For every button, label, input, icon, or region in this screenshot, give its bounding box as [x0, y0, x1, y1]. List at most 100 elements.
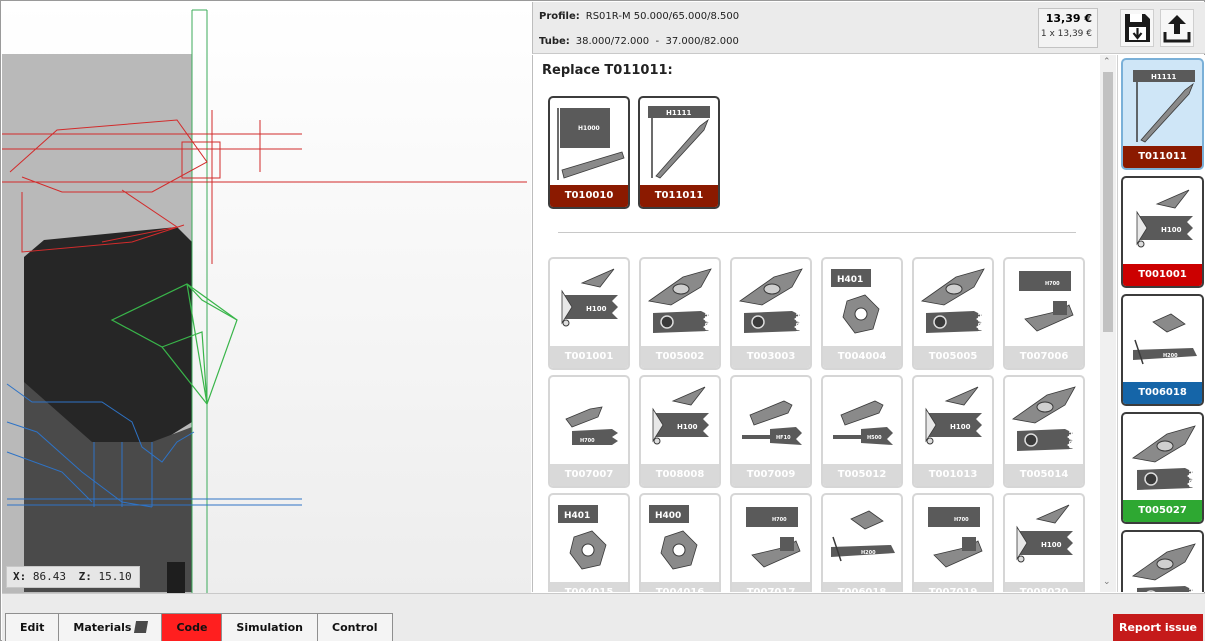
- tool-image: HF10: [742, 400, 802, 445]
- tab-materials[interactable]: Materials: [58, 613, 163, 641]
- tool-card-t004004[interactable]: H401 T004004: [821, 257, 903, 370]
- tab-edit[interactable]: Edit: [5, 613, 60, 641]
- tool-code-label: T011011: [640, 185, 718, 207]
- tool-code-label: T005002: [641, 346, 719, 368]
- tool-image: H100: [652, 386, 709, 445]
- tool-card-t005012[interactable]: H500 T005012: [821, 375, 903, 488]
- svg-text:H700: H700: [772, 517, 787, 523]
- tool-picture: H1000: [552, 100, 626, 182]
- tool-card-t005014[interactable]: H300R T005014: [1003, 375, 1085, 488]
- tool-card-t008020[interactable]: H100 T008020: [1003, 493, 1085, 592]
- tool-code-label: T008008: [641, 464, 719, 486]
- strip-tool-t005027[interactable]: H300R T005027: [1121, 412, 1204, 524]
- svg-text:H700: H700: [580, 438, 595, 444]
- tool-code-label: T001001: [550, 346, 628, 368]
- simulation-view[interactable]: X: 86.43 Z: 15.10: [2, 2, 531, 593]
- tool-picture: H100: [1007, 497, 1081, 579]
- tool-card-t004015[interactable]: H401 T004015: [548, 493, 630, 592]
- material-block-icon: [134, 621, 149, 633]
- svg-text:H300R: H300R: [794, 313, 801, 336]
- tool-code-label: T007017: [732, 582, 810, 592]
- tool-picture: H200: [1127, 300, 1199, 382]
- scroll-up-icon[interactable]: ⌃: [1103, 57, 1111, 67]
- tool-image: H1111: [1133, 70, 1195, 143]
- catalog-scrollbar[interactable]: ⌃ ⌄: [1100, 55, 1116, 592]
- app-window: X: 86.43 Z: 15.10 Profile: RS01R-M 50.000…: [0, 0, 1205, 641]
- tool-catalog[interactable]: Replace T011011: H1000 T010010 H1111 T01101…: [532, 55, 1117, 592]
- tool-picture: H1111: [1127, 64, 1199, 146]
- save-download-icon: [1125, 14, 1150, 42]
- tool-picture: H700: [1007, 261, 1081, 343]
- tool-card-t007007[interactable]: H700 T007007: [548, 375, 630, 488]
- tool-image: H700: [1019, 271, 1074, 332]
- profile-line: Profile: RS01R-M 50.000/65.000/8.500: [539, 11, 739, 22]
- svg-text:H200: H200: [861, 550, 876, 556]
- svg-text:H300R: H300R: [703, 313, 710, 336]
- tool-image: H1000: [557, 108, 625, 180]
- tool-image: H700: [928, 507, 983, 568]
- strip-tool-t006018[interactable]: H200 T006018: [1121, 294, 1204, 406]
- save-button[interactable]: [1120, 9, 1154, 47]
- tool-code-label: T004016: [641, 582, 719, 592]
- tool-picture: H700: [552, 379, 626, 461]
- tool-picture: H300R: [1007, 379, 1081, 461]
- report-issue-button[interactable]: Report issue: [1112, 614, 1203, 641]
- tool-strip[interactable]: H1111 T011011 H100 T001001 H200 T006018 H300R T…: [1117, 55, 1205, 592]
- tab-control[interactable]: Control: [317, 613, 393, 641]
- strip-tool-t011011[interactable]: H1111 T011011: [1121, 58, 1204, 170]
- tool-picture: H1111: [642, 100, 716, 182]
- strip-tool-t001001[interactable]: H100 T001001: [1121, 176, 1204, 288]
- header-bar: Profile: RS01R-M 50.000/65.000/8.500 Tube…: [532, 2, 1205, 54]
- tool-card-t007006[interactable]: H700 T007006: [1003, 257, 1085, 370]
- svg-text:H1000: H1000: [578, 125, 600, 132]
- replacement-card-t011011[interactable]: H1111 T011011: [638, 96, 720, 209]
- tool-card-t004016[interactable]: H400 T004016: [639, 493, 721, 592]
- tab-simulation[interactable]: Simulation: [221, 613, 319, 641]
- svg-text:H300R: H300R: [976, 313, 983, 336]
- tool-code-label: T006018: [1123, 382, 1202, 404]
- tool-card-t008008[interactable]: H100 T008008: [639, 375, 721, 488]
- x-value: 86.43: [32, 570, 66, 583]
- tool-picture: H100: [1127, 182, 1199, 264]
- svg-text:H700: H700: [1045, 281, 1060, 287]
- replacement-card-t010010[interactable]: H1000 T010010: [548, 96, 630, 209]
- tab-label: Materials: [73, 621, 132, 634]
- tool-card-t006018[interactable]: H200 T006018: [821, 493, 903, 592]
- svg-text:H401: H401: [564, 511, 590, 521]
- tool-code-label: T005005: [914, 346, 992, 368]
- svg-text:H300R: H300R: [1187, 470, 1194, 493]
- svg-text:H400: H400: [655, 511, 681, 521]
- tool-card-t003003[interactable]: H300R T003003: [730, 257, 812, 370]
- scroll-thumb[interactable]: [1103, 72, 1113, 332]
- tool-code-label: T007009: [732, 464, 810, 486]
- tool-card-t001013[interactable]: H100 T001013: [912, 375, 994, 488]
- tab-code[interactable]: Code: [161, 613, 223, 641]
- tool-picture: H200: [825, 497, 899, 579]
- strip-tool-item-4[interactable]: H300R: [1121, 530, 1204, 592]
- x-label: X:: [13, 570, 27, 583]
- price-unit: 1 x 13,39 €: [1040, 29, 1092, 39]
- svg-text:H300R: H300R: [1067, 431, 1074, 454]
- tool-image: H700: [746, 507, 801, 568]
- tool-card-t007019[interactable]: H700 T007019: [912, 493, 994, 592]
- svg-text:H100: H100: [1041, 541, 1062, 549]
- tool-card-t005005[interactable]: H300R T005005: [912, 257, 994, 370]
- tool-picture: H300R: [643, 261, 717, 343]
- scroll-down-icon[interactable]: ⌄: [1103, 577, 1111, 587]
- tool-card-t001001[interactable]: H100 T001001: [548, 257, 630, 370]
- tool-card-t007017[interactable]: H700 T007017: [730, 493, 812, 592]
- tool-card-t007009[interactable]: HF10 T007009: [730, 375, 812, 488]
- tool-picture: H400: [643, 497, 717, 579]
- tube-value: 38.000/72.000 - 37.000/82.000: [575, 36, 739, 47]
- tab-label: Simulation: [236, 621, 304, 634]
- tool-code-label: T004004: [823, 346, 901, 368]
- tool-picture: H700: [916, 497, 990, 579]
- tool-card-t005002[interactable]: H300R T005002: [639, 257, 721, 370]
- svg-text:H700: H700: [954, 517, 969, 523]
- tab-label: Edit: [20, 621, 45, 634]
- upload-button[interactable]: [1160, 9, 1194, 47]
- tool-picture: HF10: [734, 379, 808, 461]
- tab-label: Control: [332, 621, 378, 634]
- profile-value: RS01R-M 50.000/65.000/8.500: [585, 11, 740, 22]
- tool-code-label: T011011: [1123, 146, 1202, 168]
